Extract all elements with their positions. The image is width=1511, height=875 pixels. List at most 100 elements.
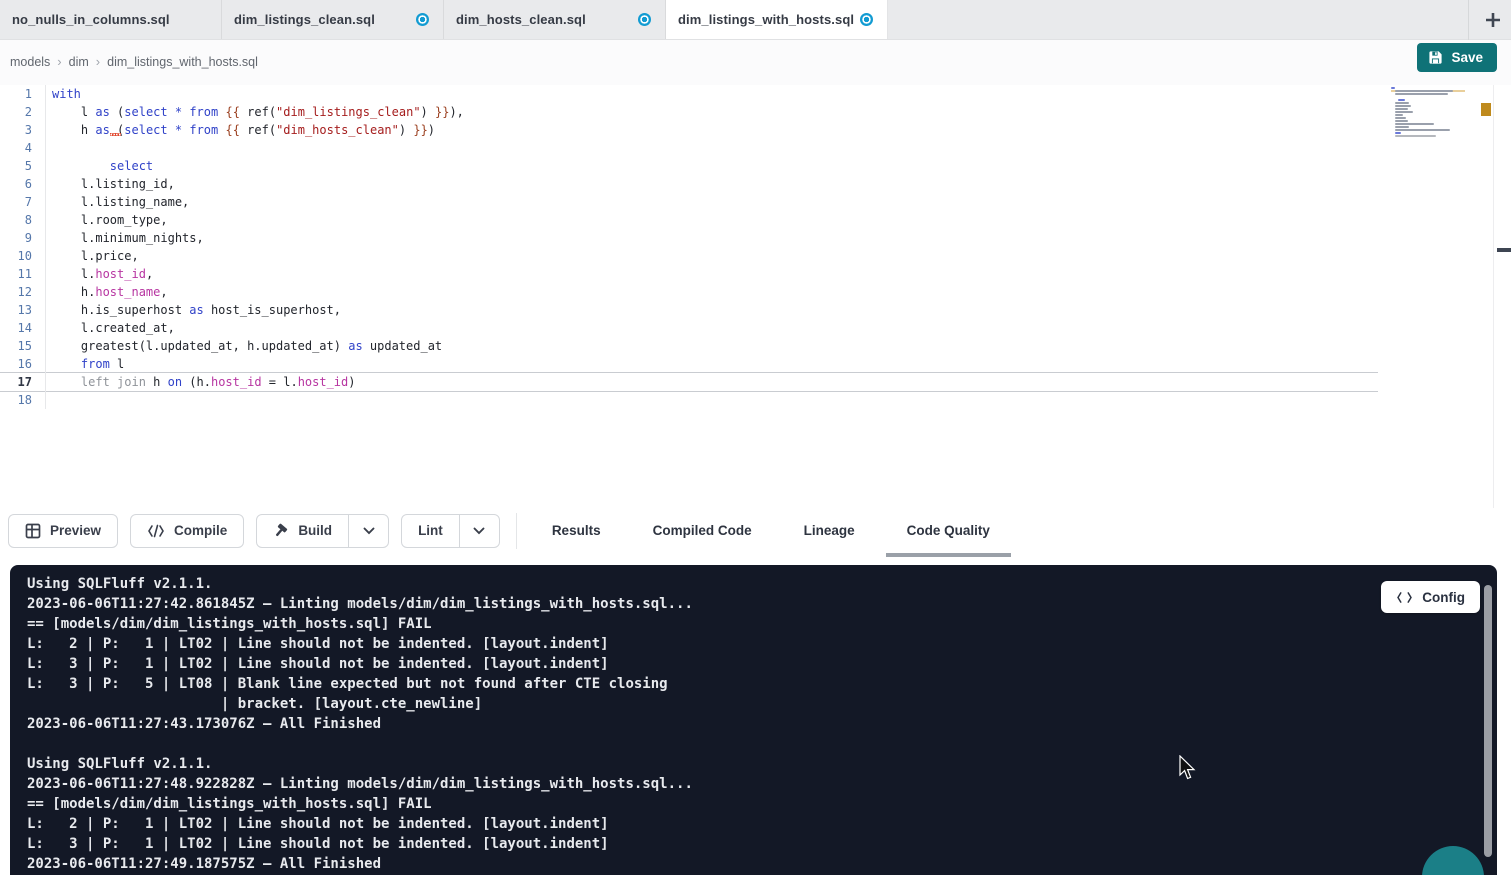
lint-dropdown-button[interactable] — [459, 515, 499, 547]
line-number: 1 — [0, 85, 46, 103]
code-line-16[interactable]: 16 from l — [0, 355, 1378, 373]
compile-button[interactable]: Compile — [130, 514, 244, 548]
breadcrumb-item[interactable]: models — [10, 55, 50, 69]
minimap-line — [1391, 123, 1465, 125]
minimap[interactable] — [1391, 87, 1465, 141]
code-line-1[interactable]: 1with — [0, 85, 1378, 103]
compile-button-main[interactable]: Compile — [131, 515, 243, 547]
code-line-14[interactable]: 14 l.created_at, — [0, 319, 1378, 337]
line-number: 14 — [0, 319, 46, 337]
terminal-scrollbar[interactable] — [1484, 585, 1492, 857]
line-number: 9 — [0, 229, 46, 247]
minimap-line — [1391, 114, 1465, 116]
code-line-5[interactable]: 5 select — [0, 157, 1378, 175]
tab-code-quality[interactable]: Code Quality — [886, 508, 1011, 553]
terminal-line: 2023-06-06T11:27:48.922828Z — Linting mo… — [27, 774, 1497, 794]
line-number: 13 — [0, 301, 46, 319]
lint-terminal: Using SQLFluff v2.1.1.2023-06-06T11:27:4… — [10, 565, 1497, 875]
editor-tab-dim_listings_clean-sql[interactable]: dim_listings_clean.sql — [222, 0, 444, 39]
editor-scrollbar-track[interactable] — [1493, 85, 1494, 508]
terminal-line: 2023-06-06T11:27:43.173076Z — All Finish… — [27, 714, 1497, 734]
editor-tab-no_nulls_in_columns-sql[interactable]: no_nulls_in_columns.sql — [0, 0, 222, 39]
code-editor[interactable]: 1with2 l as (select * from {{ ref("dim_l… — [0, 85, 1511, 508]
build-dropdown-button[interactable] — [348, 515, 388, 547]
lint-button-main[interactable]: Lint — [402, 515, 459, 547]
line-number: 12 — [0, 283, 46, 301]
line-number: 10 — [0, 247, 46, 265]
preview-button-main[interactable]: Preview — [9, 515, 117, 547]
code-line-13[interactable]: 13 h.is_superhost as host_is_superhost, — [0, 301, 1378, 319]
editor-tabbar: no_nulls_in_columns.sqldim_listings_clea… — [0, 0, 1511, 40]
modified-dot-icon — [860, 13, 873, 26]
code-line-6[interactable]: 6 l.listing_id, — [0, 175, 1378, 193]
code-text: l.price, — [46, 247, 139, 265]
save-button-label: Save — [1451, 50, 1483, 65]
terminal-line: == [models/dim/dim_listings_with_hosts.s… — [27, 614, 1497, 634]
terminal-line: L: 3 | P: 1 | LT02 | Line should not be … — [27, 834, 1497, 854]
code-line-4[interactable]: 4 — [0, 139, 1378, 157]
code-line-15[interactable]: 15 greatest(l.updated_at, h.updated_at) … — [0, 337, 1378, 355]
minimap-line — [1391, 138, 1465, 140]
line-number: 3 — [0, 121, 46, 139]
terminal-line: 2023-06-06T11:27:49.187575Z — All Finish… — [27, 854, 1497, 874]
plus-icon — [1484, 11, 1502, 29]
overview-ruler-cursor-marker — [1497, 248, 1511, 252]
tab-label: dim_listings_with_hosts.sql — [678, 12, 854, 27]
tab-compiled-code[interactable]: Compiled Code — [632, 508, 773, 553]
terminal-line: Using SQLFluff v2.1.1. — [27, 754, 1497, 774]
code-line-11[interactable]: 11 l.host_id, — [0, 265, 1378, 283]
preview-button[interactable]: Preview — [8, 514, 118, 548]
minimap-line — [1391, 135, 1465, 137]
code-line-3[interactable]: 3 h as (select * from {{ ref("dim_hosts_… — [0, 121, 1378, 139]
tab-label: dim_hosts_clean.sql — [456, 12, 586, 27]
terminal-line: L: 2 | P: 1 | LT02 | Line should not be … — [27, 814, 1497, 834]
breadcrumb-item[interactable]: dim_listings_with_hosts.sql — [107, 55, 258, 69]
preview-button-label: Preview — [50, 523, 101, 538]
code-text: h.is_superhost as host_is_superhost, — [46, 301, 341, 319]
code-text: select — [46, 157, 153, 175]
result-tabs: ResultsCompiled CodeLineageCode Quality — [531, 508, 1011, 553]
editor-tab-dim_hosts_clean-sql[interactable]: dim_hosts_clean.sql — [444, 0, 666, 39]
code-text: l as (select * from {{ ref("dim_listings… — [46, 103, 464, 121]
code-line-10[interactable]: 10 l.price, — [0, 247, 1378, 265]
hammer-icon — [273, 523, 289, 539]
code-line-8[interactable]: 8 l.room_type, — [0, 211, 1378, 229]
overview-ruler-warning-marker — [1481, 103, 1491, 116]
tab-lineage[interactable]: Lineage — [783, 508, 876, 553]
breadcrumb-bar: models›dim›dim_listings_with_hosts.sql S… — [0, 40, 1511, 85]
line-number: 4 — [0, 139, 46, 157]
save-button[interactable]: Save — [1417, 43, 1497, 72]
config-button[interactable]: Config — [1381, 581, 1480, 613]
editor-tab-dim_listings_with_hosts-sql[interactable]: dim_listings_with_hosts.sql — [666, 0, 888, 39]
code-line-9[interactable]: 9 l.minimum_nights, — [0, 229, 1378, 247]
build-button[interactable]: Build — [256, 514, 389, 548]
terminal-line: 2023-06-06T11:27:42.861845Z — Linting mo… — [27, 594, 1497, 614]
breadcrumb-item[interactable]: dim — [69, 55, 89, 69]
code-text: with — [46, 85, 81, 103]
terminal-line: L: 2 | P: 1 | LT02 | Line should not be … — [27, 634, 1497, 654]
code-text: l.host_id, — [46, 265, 153, 283]
build-button-label: Build — [298, 523, 332, 538]
terminal-line: L: 3 | P: 5 | LT08 | Blank line expected… — [27, 674, 1497, 694]
build-button-main[interactable]: Build — [257, 515, 348, 547]
minimap-line — [1391, 105, 1465, 107]
line-number: 2 — [0, 103, 46, 121]
terminal-line: | bracket. [layout.cte_newline] — [27, 694, 1497, 714]
code-line-2[interactable]: 2 l as (select * from {{ ref("dim_listin… — [0, 103, 1378, 121]
line-number: 15 — [0, 337, 46, 355]
minimap-line — [1391, 129, 1465, 131]
minimap-line — [1391, 126, 1465, 128]
code-line-18[interactable]: 18 — [0, 391, 1378, 409]
tab-results[interactable]: Results — [531, 508, 622, 553]
lint-button[interactable]: Lint — [401, 514, 500, 548]
code-line-12[interactable]: 12 h.host_name, — [0, 283, 1378, 301]
terminal-line — [27, 734, 1497, 754]
modified-dot-icon — [638, 13, 651, 26]
code-text — [46, 391, 52, 409]
code-line-17[interactable]: 17 left join h on (h.host_id = l.host_id… — [0, 373, 1378, 391]
code-text: l.listing_id, — [46, 175, 175, 193]
compile-button-label: Compile — [174, 523, 227, 538]
new-tab-button[interactable] — [1480, 7, 1506, 33]
code-line-7[interactable]: 7 l.listing_name, — [0, 193, 1378, 211]
terminal-line: L: 3 | P: 1 | LT02 | Line should not be … — [27, 654, 1497, 674]
